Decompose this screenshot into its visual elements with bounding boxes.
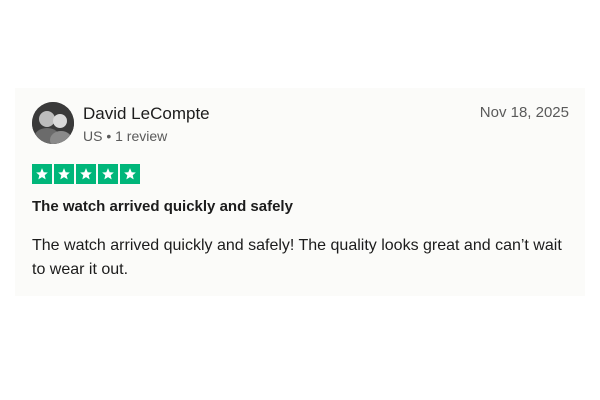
reviewer-meta: US • 1 review [83,128,168,144]
star-icon [120,164,140,184]
review-date: Nov 18, 2025 [479,104,569,121]
star-icon [76,164,96,184]
review-card: David LeCompte US • 1 review Nov 18, 202… [15,88,585,296]
avatar[interactable] [32,102,74,144]
review-title: The watch arrived quickly and safely [32,198,293,215]
avatar-photo [32,102,74,144]
star-icon [98,164,118,184]
star-rating [32,164,140,184]
star-icon [54,164,74,184]
star-icon [32,164,52,184]
review-body: The watch arrived quickly and safely! Th… [32,237,562,278]
reviewer-name[interactable]: David LeCompte [83,104,210,124]
